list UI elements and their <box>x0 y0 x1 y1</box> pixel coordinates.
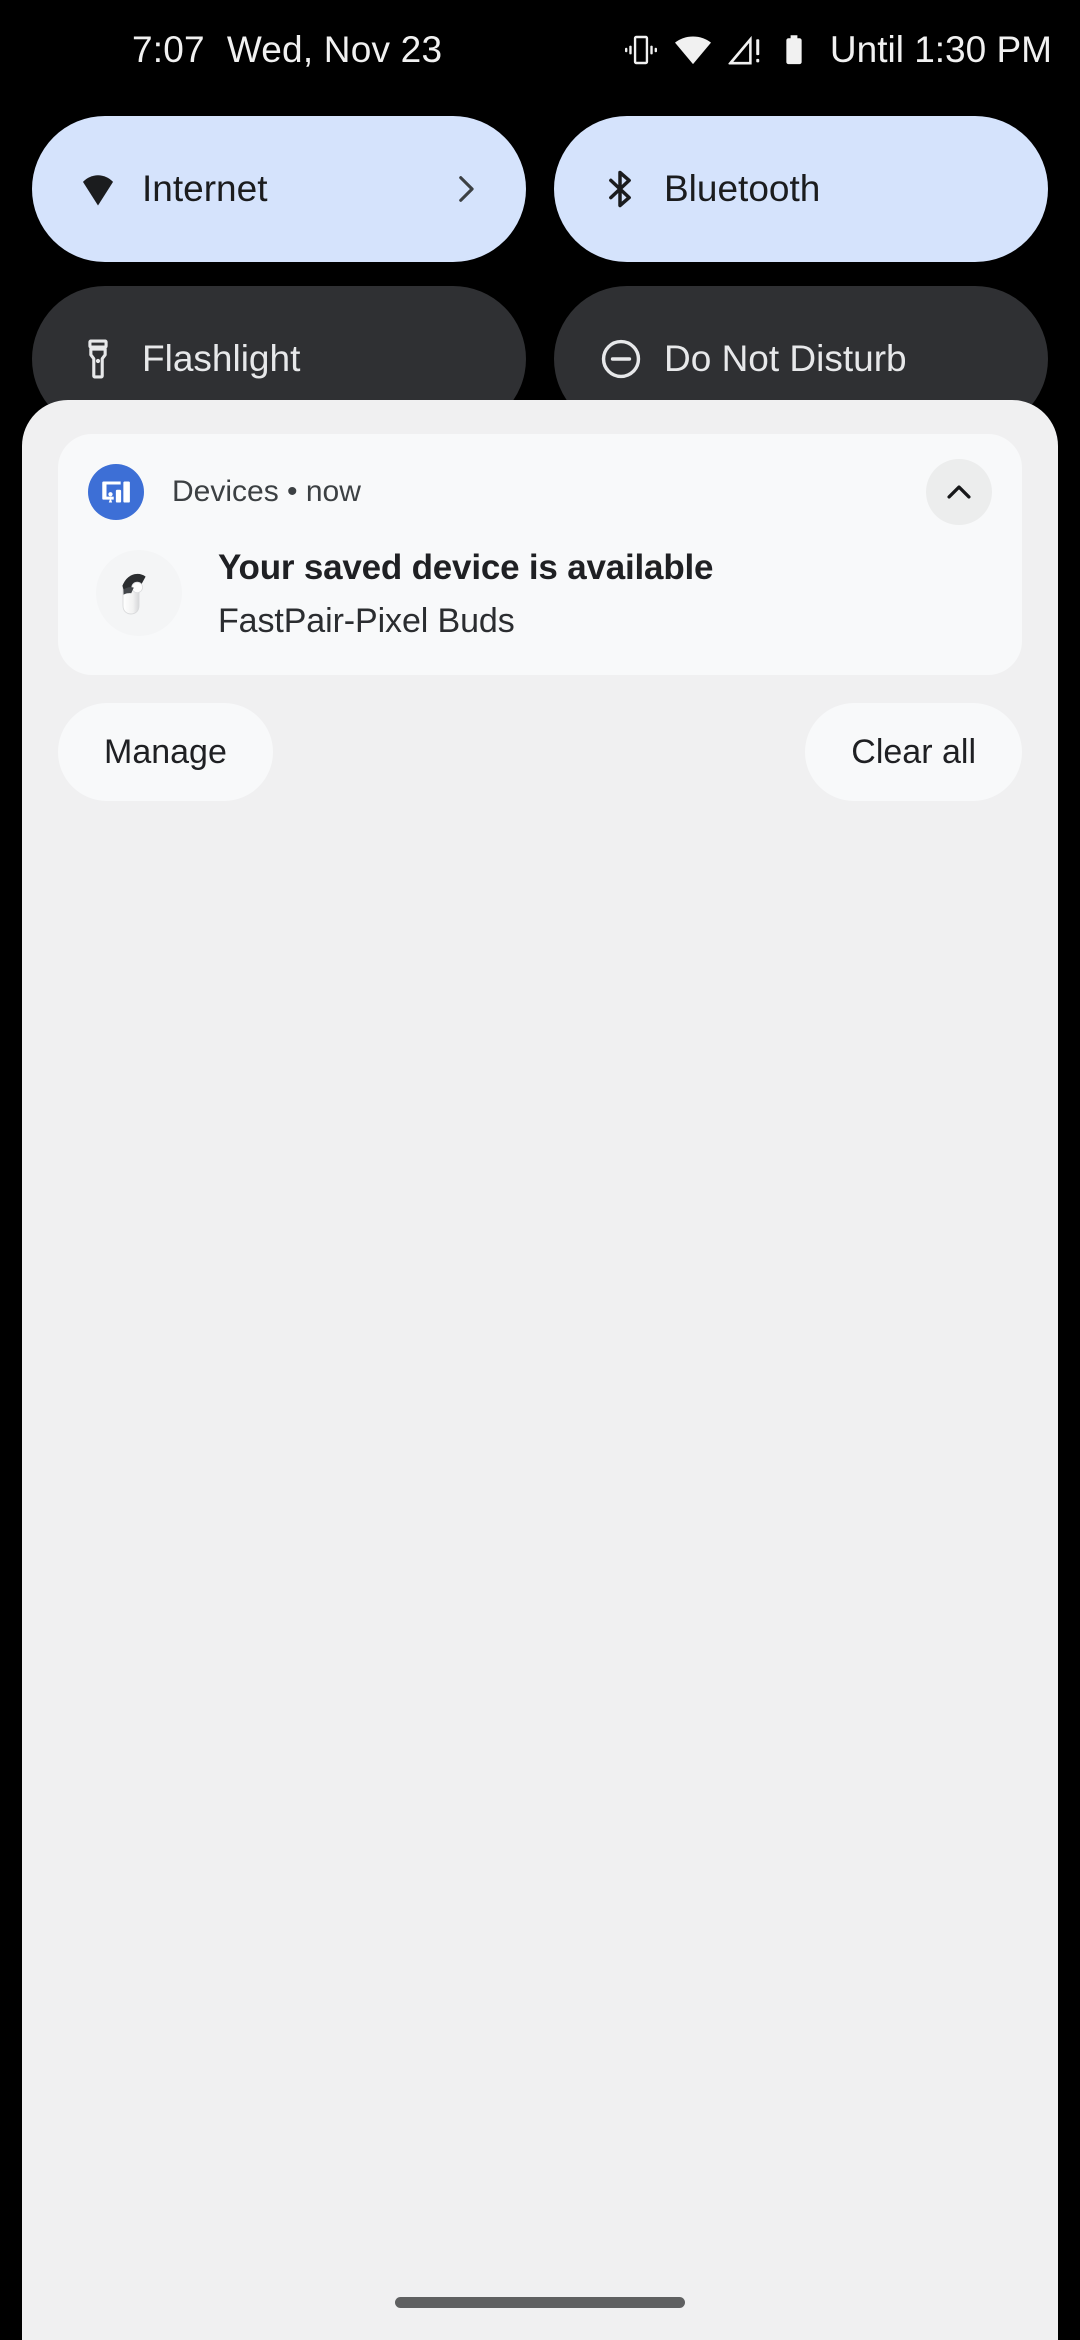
status-clock: 7:07 <box>132 29 205 70</box>
qs-tile-internet[interactable]: Internet <box>32 116 526 262</box>
notification-title: Your saved device is available <box>218 548 714 587</box>
notification-text-block: Your saved device is available FastPair-… <box>218 546 713 641</box>
shade-action-bar: Manage Clear all <box>58 703 1022 801</box>
flashlight-icon <box>76 337 128 381</box>
do-not-disturb-icon <box>598 336 650 382</box>
notification-collapse-button[interactable] <box>926 459 992 525</box>
home-indicator[interactable] <box>395 2297 685 2308</box>
notification-subtitle: FastPair-Pixel Buds <box>218 602 515 640</box>
clear-all-button[interactable]: Clear all <box>805 703 1022 801</box>
notification-shade: Devices • now Your saved device is avail… <box>22 400 1058 2340</box>
wifi-icon <box>76 167 128 211</box>
vibrate-icon <box>624 35 657 65</box>
bluetooth-icon <box>598 167 650 211</box>
qs-tile-label: Flashlight <box>142 338 301 379</box>
status-bar-left: 7:07 Wed, Nov 23 <box>132 29 442 71</box>
devices-cast-icon <box>88 464 144 520</box>
chevron-up-icon <box>947 485 971 499</box>
phone-screen: 7:07 Wed, Nov 23 Until 1:30 PM Internet … <box>0 0 1080 2340</box>
notification-app-and-time: Devices • now <box>172 475 361 508</box>
cellular-no-signal-icon <box>728 35 760 65</box>
battery-icon <box>786 35 802 65</box>
notification-card-devices[interactable]: Devices • now Your saved device is avail… <box>58 434 1022 675</box>
qs-tile-label: Internet <box>142 168 268 209</box>
notification-content: Your saved device is available FastPair-… <box>88 546 992 641</box>
chevron-right-icon[interactable] <box>448 172 482 206</box>
qs-tile-label: Do Not Disturb <box>664 338 907 379</box>
pixel-buds-case-image <box>96 550 182 636</box>
status-date: Wed, Nov 23 <box>226 29 443 70</box>
battery-status-text: Until 1:30 PM <box>829 29 1052 70</box>
quick-settings-row-1: Internet Bluetooth <box>0 116 1080 262</box>
wifi-icon <box>674 36 711 65</box>
qs-tile-label: Bluetooth <box>664 168 821 209</box>
status-bar-right: Until 1:30 PM <box>622 29 1052 71</box>
status-bar: 7:07 Wed, Nov 23 Until 1:30 PM <box>0 0 1080 100</box>
manage-button[interactable]: Manage <box>58 703 273 801</box>
qs-tile-bluetooth[interactable]: Bluetooth <box>554 116 1048 262</box>
notification-header: Devices • now <box>88 459 992 525</box>
